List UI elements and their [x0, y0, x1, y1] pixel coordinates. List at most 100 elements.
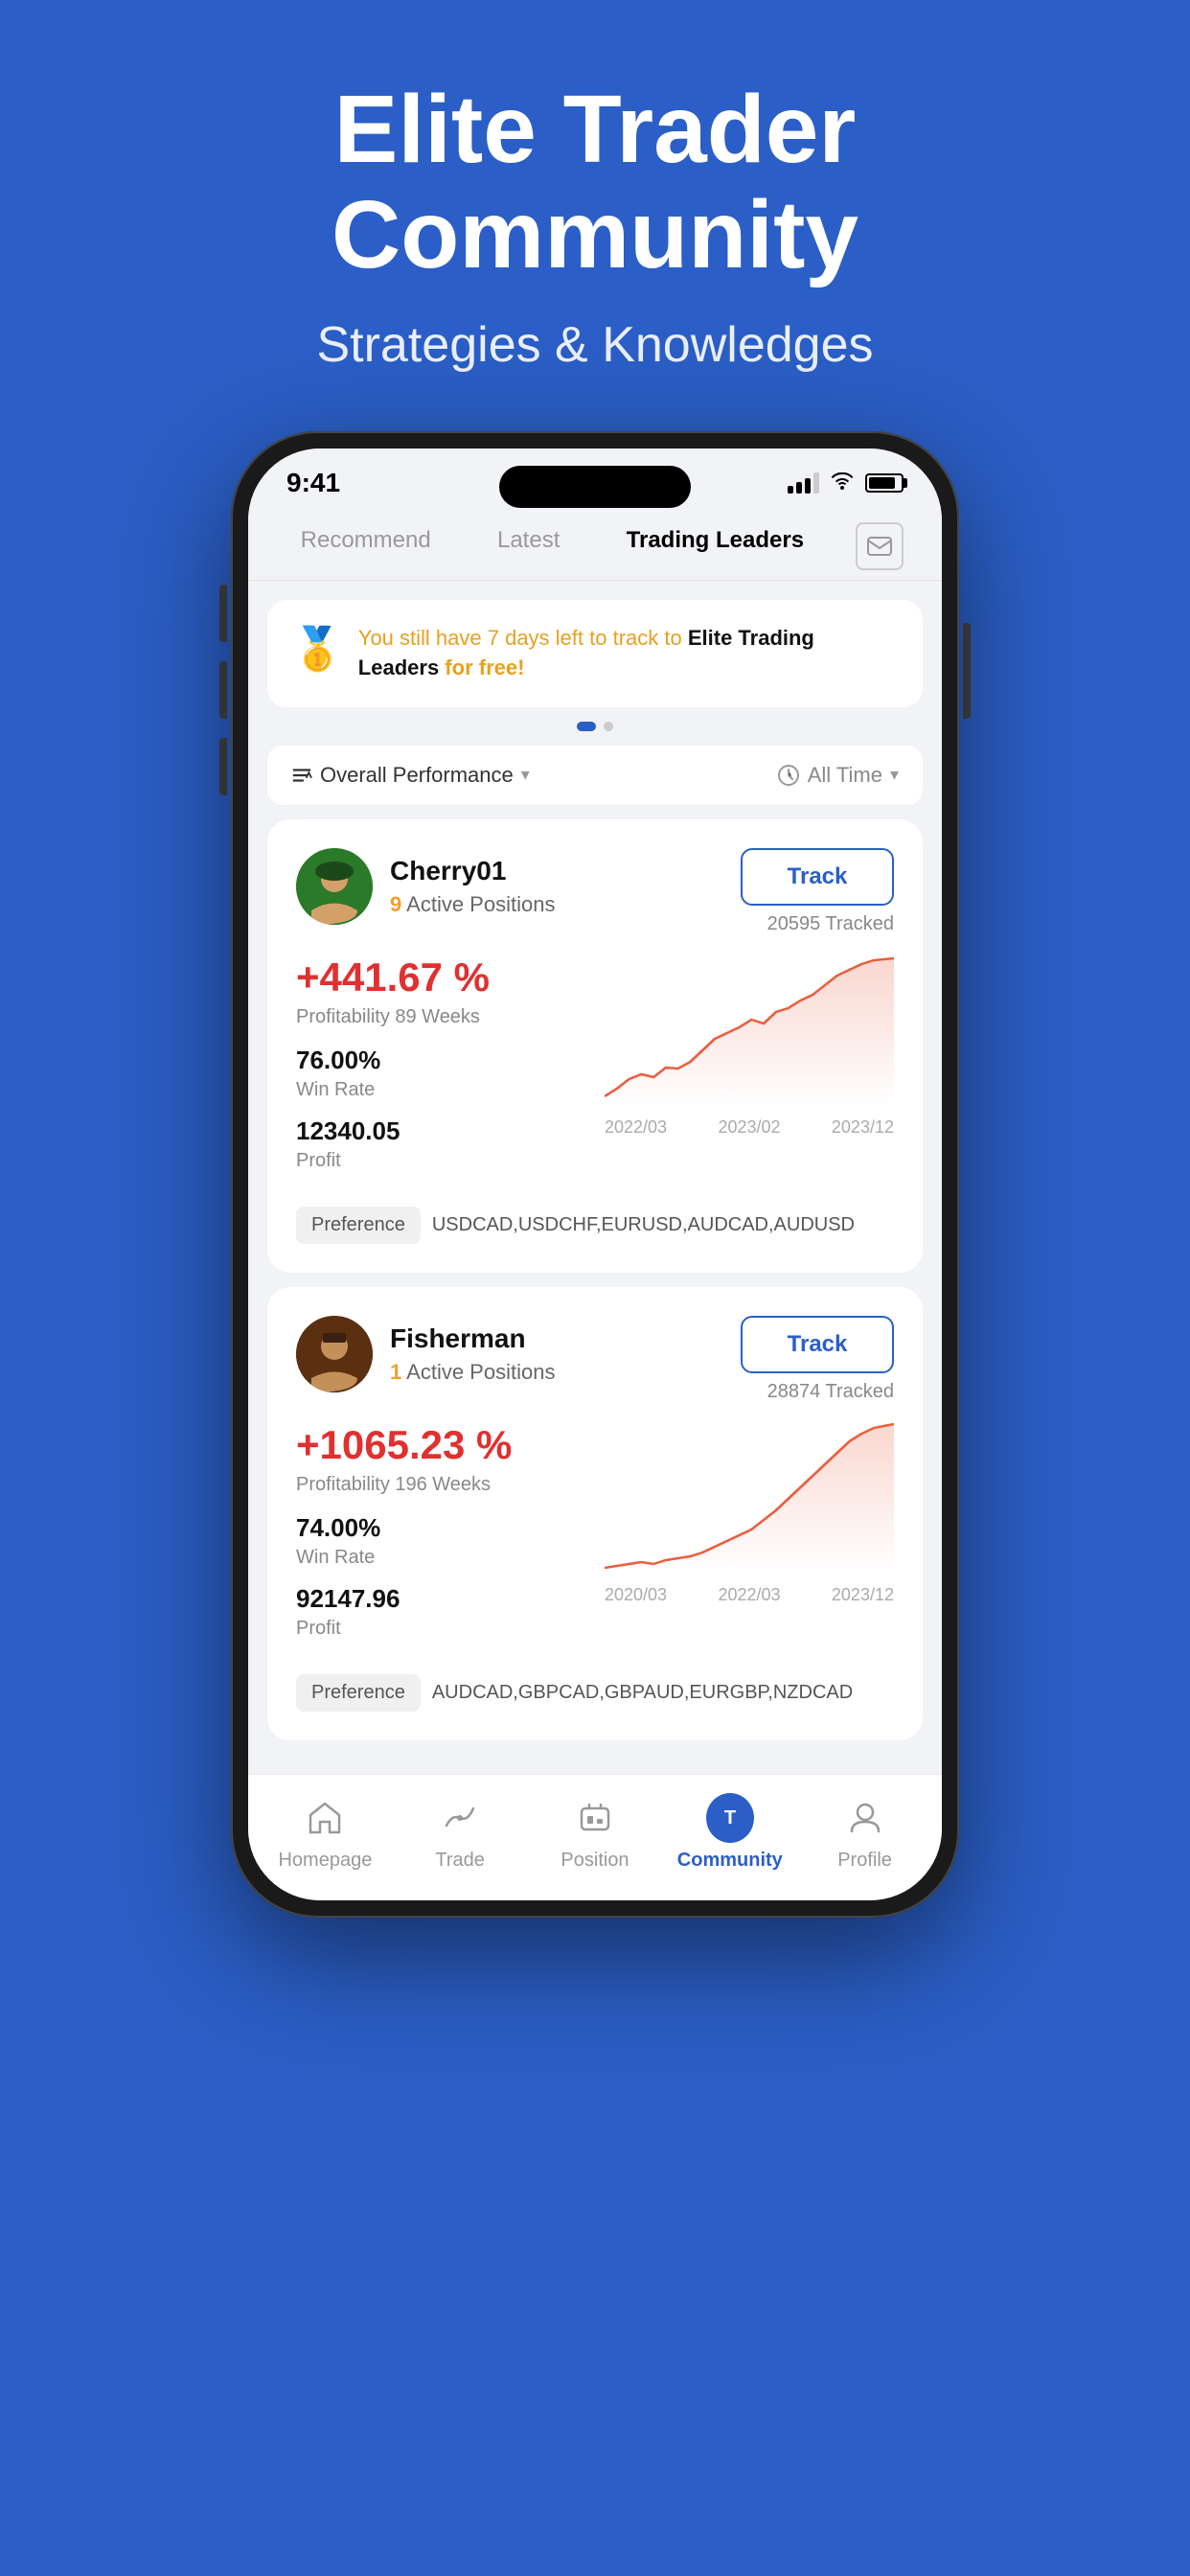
profit-label-cherry01: Profit: [296, 1150, 585, 1172]
content-area: 🥇 You still have 7 days left to track to…: [248, 581, 942, 1774]
phone-side-left: [219, 585, 227, 815]
medal-icon: 🥇: [291, 624, 344, 674]
preference-row-cherry01: Preference USDCAD,USDCHF,EURUSD,AUDCAD,A…: [296, 1207, 894, 1244]
trader-header-cherry01: Cherry01 9 Active Positions Track 20595 …: [296, 848, 894, 935]
hero-title: Elite TraderCommunity: [57, 77, 1133, 288]
bottom-nav: Homepage Trade: [248, 1774, 942, 1900]
hero-subtitle: Strategies & Knowledges: [57, 316, 1133, 374]
time-filter-chevron: ▾: [890, 765, 899, 785]
status-icons: [788, 471, 904, 495]
tab-trading-leaders[interactable]: Trading Leaders: [612, 522, 818, 570]
performance-filter-chevron: ▾: [521, 765, 530, 785]
chart-date-3-cherry01: 2023/12: [832, 1117, 894, 1138]
nav-position[interactable]: Position: [538, 1794, 652, 1872]
win-rate-cherry01: 76.00%: [296, 1046, 585, 1075]
active-count-fisherman: 1: [390, 1360, 401, 1384]
filter-row: Overall Performance ▾ All Time ▾: [267, 746, 923, 805]
nav-trade-label: Trade: [435, 1850, 485, 1872]
nav-profile-label: Profile: [837, 1850, 892, 1872]
win-rate-label-fisherman: Win Rate: [296, 1547, 585, 1569]
trader-info-fisherman: Fisherman 1 Active Positions: [296, 1316, 555, 1392]
track-button-cherry01[interactable]: Track: [741, 848, 894, 906]
phone-wrapper: 9:41: [231, 431, 959, 1918]
position-icon: [571, 1794, 619, 1842]
promo-text-end: for free!: [439, 656, 524, 679]
preference-badge-cherry01: Preference: [296, 1207, 421, 1244]
dynamic-island: [499, 466, 691, 508]
nav-trade[interactable]: Trade: [402, 1794, 517, 1872]
dot-indicator: [267, 722, 923, 731]
nav-homepage[interactable]: Homepage: [267, 1794, 382, 1872]
trader-body-cherry01: +441.67 % Profitability 89 Weeks 76.00% …: [296, 954, 894, 1187]
trader-details-fisherman: Fisherman 1 Active Positions: [390, 1323, 555, 1385]
trader-stats-fisherman: +1065.23 % Profitability 196 Weeks 74.00…: [296, 1422, 585, 1655]
track-section-fisherman: Track 28874 Tracked: [741, 1316, 894, 1403]
active-positions-label-cherry01: Active Positions: [406, 892, 555, 916]
hero-section: Elite TraderCommunity Strategies & Knowl…: [0, 0, 1190, 431]
community-icon-circle: T: [706, 1793, 754, 1843]
nav-tabs: Recommend Latest Trading Leaders: [248, 508, 942, 581]
mail-icon[interactable]: [856, 522, 904, 570]
trader-details-cherry01: Cherry01 9 Active Positions: [390, 856, 555, 917]
chart-date-3-fisherman: 2023/12: [832, 1585, 894, 1605]
signal-bars-icon: [788, 472, 819, 494]
nav-homepage-label: Homepage: [278, 1850, 372, 1872]
profitability-fisherman: +1065.23 %: [296, 1422, 585, 1468]
trader-stats-cherry01: +441.67 % Profitability 89 Weeks 76.00% …: [296, 954, 585, 1187]
trader-name-fisherman: Fisherman: [390, 1323, 555, 1354]
phone-side-right: [963, 623, 971, 719]
chart-labels-cherry01: 2022/03 2023/02 2023/12: [605, 1117, 894, 1138]
trader-card-fisherman: Fisherman 1 Active Positions Track 28874…: [267, 1287, 923, 1740]
dot-inactive: [604, 722, 613, 731]
status-bar: 9:41: [248, 448, 942, 508]
home-icon: [301, 1794, 349, 1842]
preference-badge-fisherman: Preference: [296, 1674, 421, 1712]
promo-text-highlight: You still have 7 days left to track to: [358, 626, 688, 650]
active-positions-cherry01: 9 Active Positions: [390, 892, 555, 917]
preference-row-fisherman: Preference AUDCAD,GBPCAD,GBPAUD,EURGBP,N…: [296, 1674, 894, 1712]
promo-banner: 🥇 You still have 7 days left to track to…: [267, 600, 923, 707]
profit-label-fisherman: Profit: [296, 1618, 585, 1640]
trade-icon: [436, 1794, 484, 1842]
performance-filter[interactable]: Overall Performance ▾: [291, 763, 530, 788]
wifi-icon: [831, 471, 854, 495]
profit-fisherman: 92147.96: [296, 1584, 585, 1614]
time-filter[interactable]: All Time ▾: [777, 763, 899, 788]
chart-date-1-cherry01: 2022/03: [605, 1117, 667, 1138]
phone-screen: 9:41: [248, 448, 942, 1900]
preference-pairs-fisherman: AUDCAD,GBPCAD,GBPAUD,EURGBP,NZDCAD: [432, 1682, 853, 1704]
battery-icon: [865, 473, 904, 493]
profile-icon: [841, 1794, 889, 1842]
win-rate-label-cherry01: Win Rate: [296, 1079, 585, 1101]
phone-frame: 9:41: [231, 431, 959, 1918]
performance-filter-label: Overall Performance: [320, 763, 514, 788]
profitability-label-fisherman: Profitability 196 Weeks: [296, 1474, 585, 1496]
active-positions-label-fisherman: Active Positions: [406, 1360, 555, 1384]
promo-text: You still have 7 days left to track to E…: [358, 624, 899, 683]
profitability-label-cherry01: Profitability 89 Weeks: [296, 1006, 585, 1028]
chart-date-1-fisherman: 2020/03: [605, 1585, 667, 1605]
nav-profile[interactable]: Profile: [808, 1794, 923, 1872]
track-button-fisherman[interactable]: Track: [741, 1316, 894, 1373]
tab-latest[interactable]: Latest: [483, 522, 574, 570]
trader-info-cherry01: Cherry01 9 Active Positions: [296, 848, 555, 925]
trader-card-cherry01: Cherry01 9 Active Positions Track 20595 …: [267, 819, 923, 1273]
tracked-count-cherry01: 20595 Tracked: [741, 913, 894, 935]
time-filter-label: All Time: [808, 763, 882, 788]
trader-body-fisherman: +1065.23 % Profitability 196 Weeks 74.00…: [296, 1422, 894, 1655]
avatar-cherry01: [296, 848, 373, 925]
tab-recommend[interactable]: Recommend: [286, 522, 446, 570]
profitability-cherry01: +441.67 %: [296, 954, 585, 1000]
nav-community[interactable]: T Community: [673, 1794, 788, 1872]
chart-area-fisherman: 2020/03 2022/03 2023/12: [605, 1422, 894, 1655]
win-rate-fisherman: 74.00%: [296, 1513, 585, 1543]
active-positions-fisherman: 1 Active Positions: [390, 1360, 555, 1385]
preference-pairs-cherry01: USDCAD,USDCHF,EURUSD,AUDCAD,AUDUSD: [432, 1214, 855, 1236]
trader-name-cherry01: Cherry01: [390, 856, 555, 886]
dot-active: [577, 722, 596, 731]
status-time: 9:41: [286, 468, 340, 498]
nav-community-label: Community: [677, 1850, 783, 1872]
avatar-fisherman: [296, 1316, 373, 1392]
track-section-cherry01: Track 20595 Tracked: [741, 848, 894, 935]
trader-header-fisherman: Fisherman 1 Active Positions Track 28874…: [296, 1316, 894, 1403]
